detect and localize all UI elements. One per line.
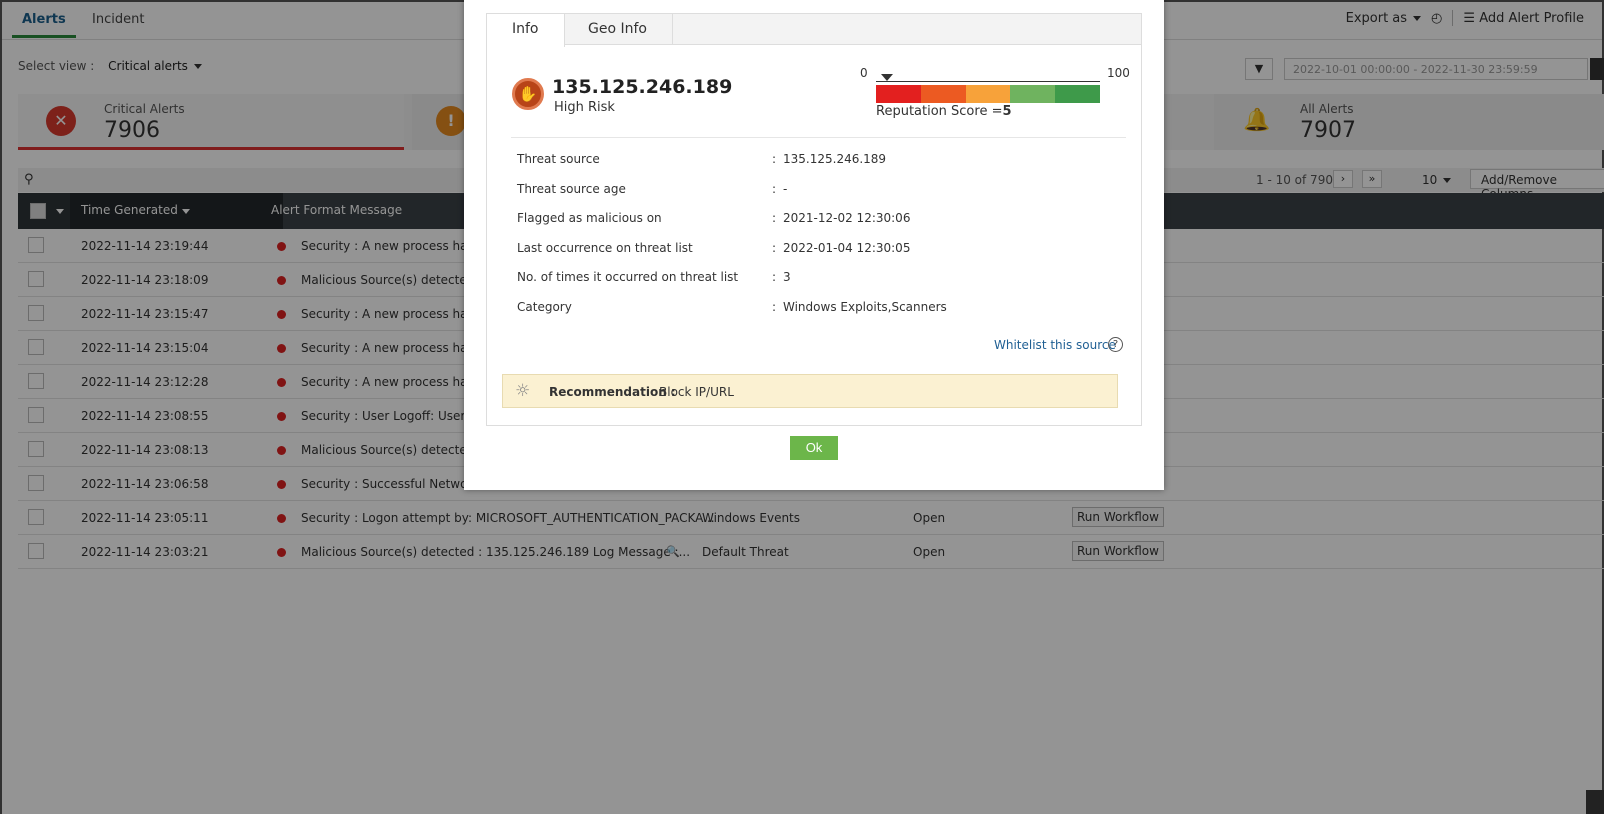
detail-label: Threat source age xyxy=(517,181,626,196)
detail-value: Windows Exploits,Scanners xyxy=(783,299,947,314)
colon: : xyxy=(772,270,777,284)
detail-label: Flagged as malicious on xyxy=(517,211,662,225)
reputation-scale xyxy=(876,85,1100,103)
tab-info[interactable]: Info xyxy=(487,14,565,47)
reputation-score-value: 5 xyxy=(1002,104,1012,119)
recommendation-label: Recommendation : xyxy=(549,385,676,399)
detail-value: - xyxy=(783,181,788,196)
recommendation-value: Block IP/URL xyxy=(659,385,734,399)
detail-label: Last occurrence on threat list xyxy=(517,240,693,255)
scale-segment xyxy=(1010,85,1056,103)
detail-label: Category xyxy=(517,299,572,314)
risk-label: High Risk xyxy=(554,100,615,115)
whitelist-source-link[interactable]: Whitelist this source xyxy=(994,338,1116,352)
scale-axis xyxy=(876,81,1100,82)
tab-geo-info[interactable]: Geo Info xyxy=(563,14,673,45)
lightbulb-icon: ☼ xyxy=(515,381,531,401)
detail-value: 2021-12-02 12:30:06 xyxy=(783,211,911,225)
dialog-tabs: Info Geo Info xyxy=(486,13,1142,47)
detail-value: 3 xyxy=(783,270,791,284)
colon: : xyxy=(772,240,777,255)
detail-label: No. of times it occurred on threat list xyxy=(517,270,739,284)
hand-stop-icon: ✋ xyxy=(512,78,544,110)
scale-segment xyxy=(965,85,1011,103)
colon: : xyxy=(772,299,777,314)
scale-segment xyxy=(920,85,966,103)
detail-value: 2022-01-04 12:30:05 xyxy=(783,240,911,255)
divider xyxy=(511,137,1126,138)
threat-ip: 135.125.246.189 xyxy=(552,76,733,98)
scale-max: 100 xyxy=(1107,66,1130,80)
scale-segment xyxy=(876,85,921,103)
detail-value: 135.125.246.189 xyxy=(783,152,887,166)
scale-segment xyxy=(1055,85,1100,103)
detail-label: Threat source xyxy=(517,152,600,166)
corner-widget xyxy=(1586,790,1604,814)
help-icon[interactable]: ? xyxy=(1108,337,1123,352)
recommendation-box: ☼ Recommendation : Block IP/URL xyxy=(502,374,1118,408)
scale-min: 0 xyxy=(860,66,868,80)
colon: : xyxy=(772,152,777,166)
reputation-score: Reputation Score =5 xyxy=(876,104,1012,119)
colon: : xyxy=(772,211,777,225)
score-pointer-icon xyxy=(881,74,893,81)
ok-button[interactable]: Ok xyxy=(790,436,838,460)
reputation-score-label: Reputation Score = xyxy=(876,104,1003,119)
colon: : xyxy=(772,181,777,196)
